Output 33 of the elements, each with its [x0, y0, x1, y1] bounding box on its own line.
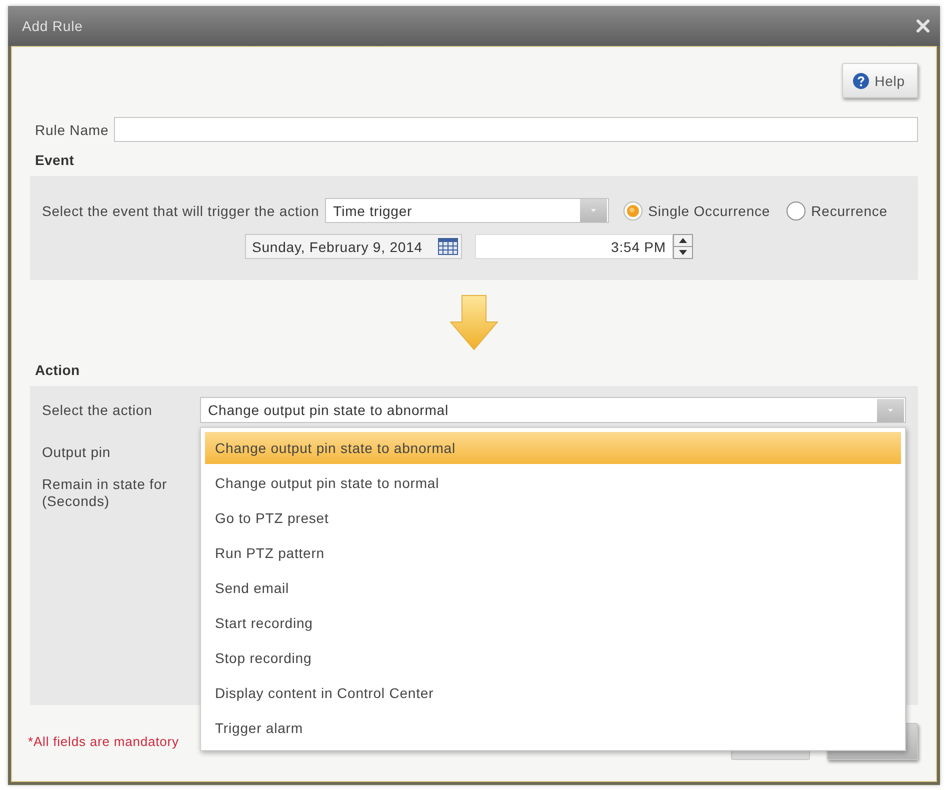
time-field[interactable]: 3:54 PM	[475, 234, 673, 259]
field-label: Select the action	[42, 402, 154, 418]
dropdown-option[interactable]: Send email	[205, 572, 901, 604]
dropdown-option[interactable]: Run PTZ pattern	[205, 537, 901, 569]
section-heading: Action	[35, 363, 80, 378]
window-title: Add Rule	[22, 18, 83, 34]
radio-button[interactable]	[623, 200, 644, 220]
close-icon[interactable]	[916, 19, 930, 33]
section-heading: Event	[35, 153, 74, 168]
radio-button[interactable]	[786, 200, 806, 220]
dropdown-option[interactable]: Change output pin state to normal	[205, 467, 901, 499]
help-icon	[852, 72, 869, 88]
rule-name-field[interactable]	[114, 117, 918, 142]
down-arrow-icon	[450, 295, 498, 350]
field-label: Output pin	[42, 444, 112, 461]
radio-label: Single Occurrence	[648, 202, 770, 218]
field-label: Rule Name	[35, 122, 109, 138]
dropdown-option[interactable]: Display content in Control Center	[205, 677, 901, 709]
calendar-icon[interactable]	[438, 238, 458, 255]
dropdown-option[interactable]: Go to PTZ preset	[205, 502, 901, 534]
spinner-icon[interactable]	[673, 234, 693, 259]
dropdown-option[interactable]: Trigger alarm	[205, 712, 901, 744]
help-button[interactable]: Help	[842, 63, 918, 98]
dropdown-option[interactable]: Start recording	[205, 607, 901, 639]
date-field[interactable]: Sunday, February 9, 2014	[245, 234, 462, 259]
mandatory-note: *All fields are mandatory	[28, 734, 179, 749]
dropdown-option[interactable]: Stop recording	[205, 642, 901, 674]
dropdown-option[interactable]: Change output pin state to abnormal	[205, 432, 901, 464]
field-label: Select the event that will trigger the action	[42, 202, 320, 218]
field-label: Remain in state for (Seconds)	[42, 476, 168, 510]
action-select[interactable]: Change output pin state to abnormal	[200, 397, 906, 423]
event-select[interactable]: Time trigger	[325, 198, 610, 223]
radio-label: Recurrence	[811, 202, 888, 218]
